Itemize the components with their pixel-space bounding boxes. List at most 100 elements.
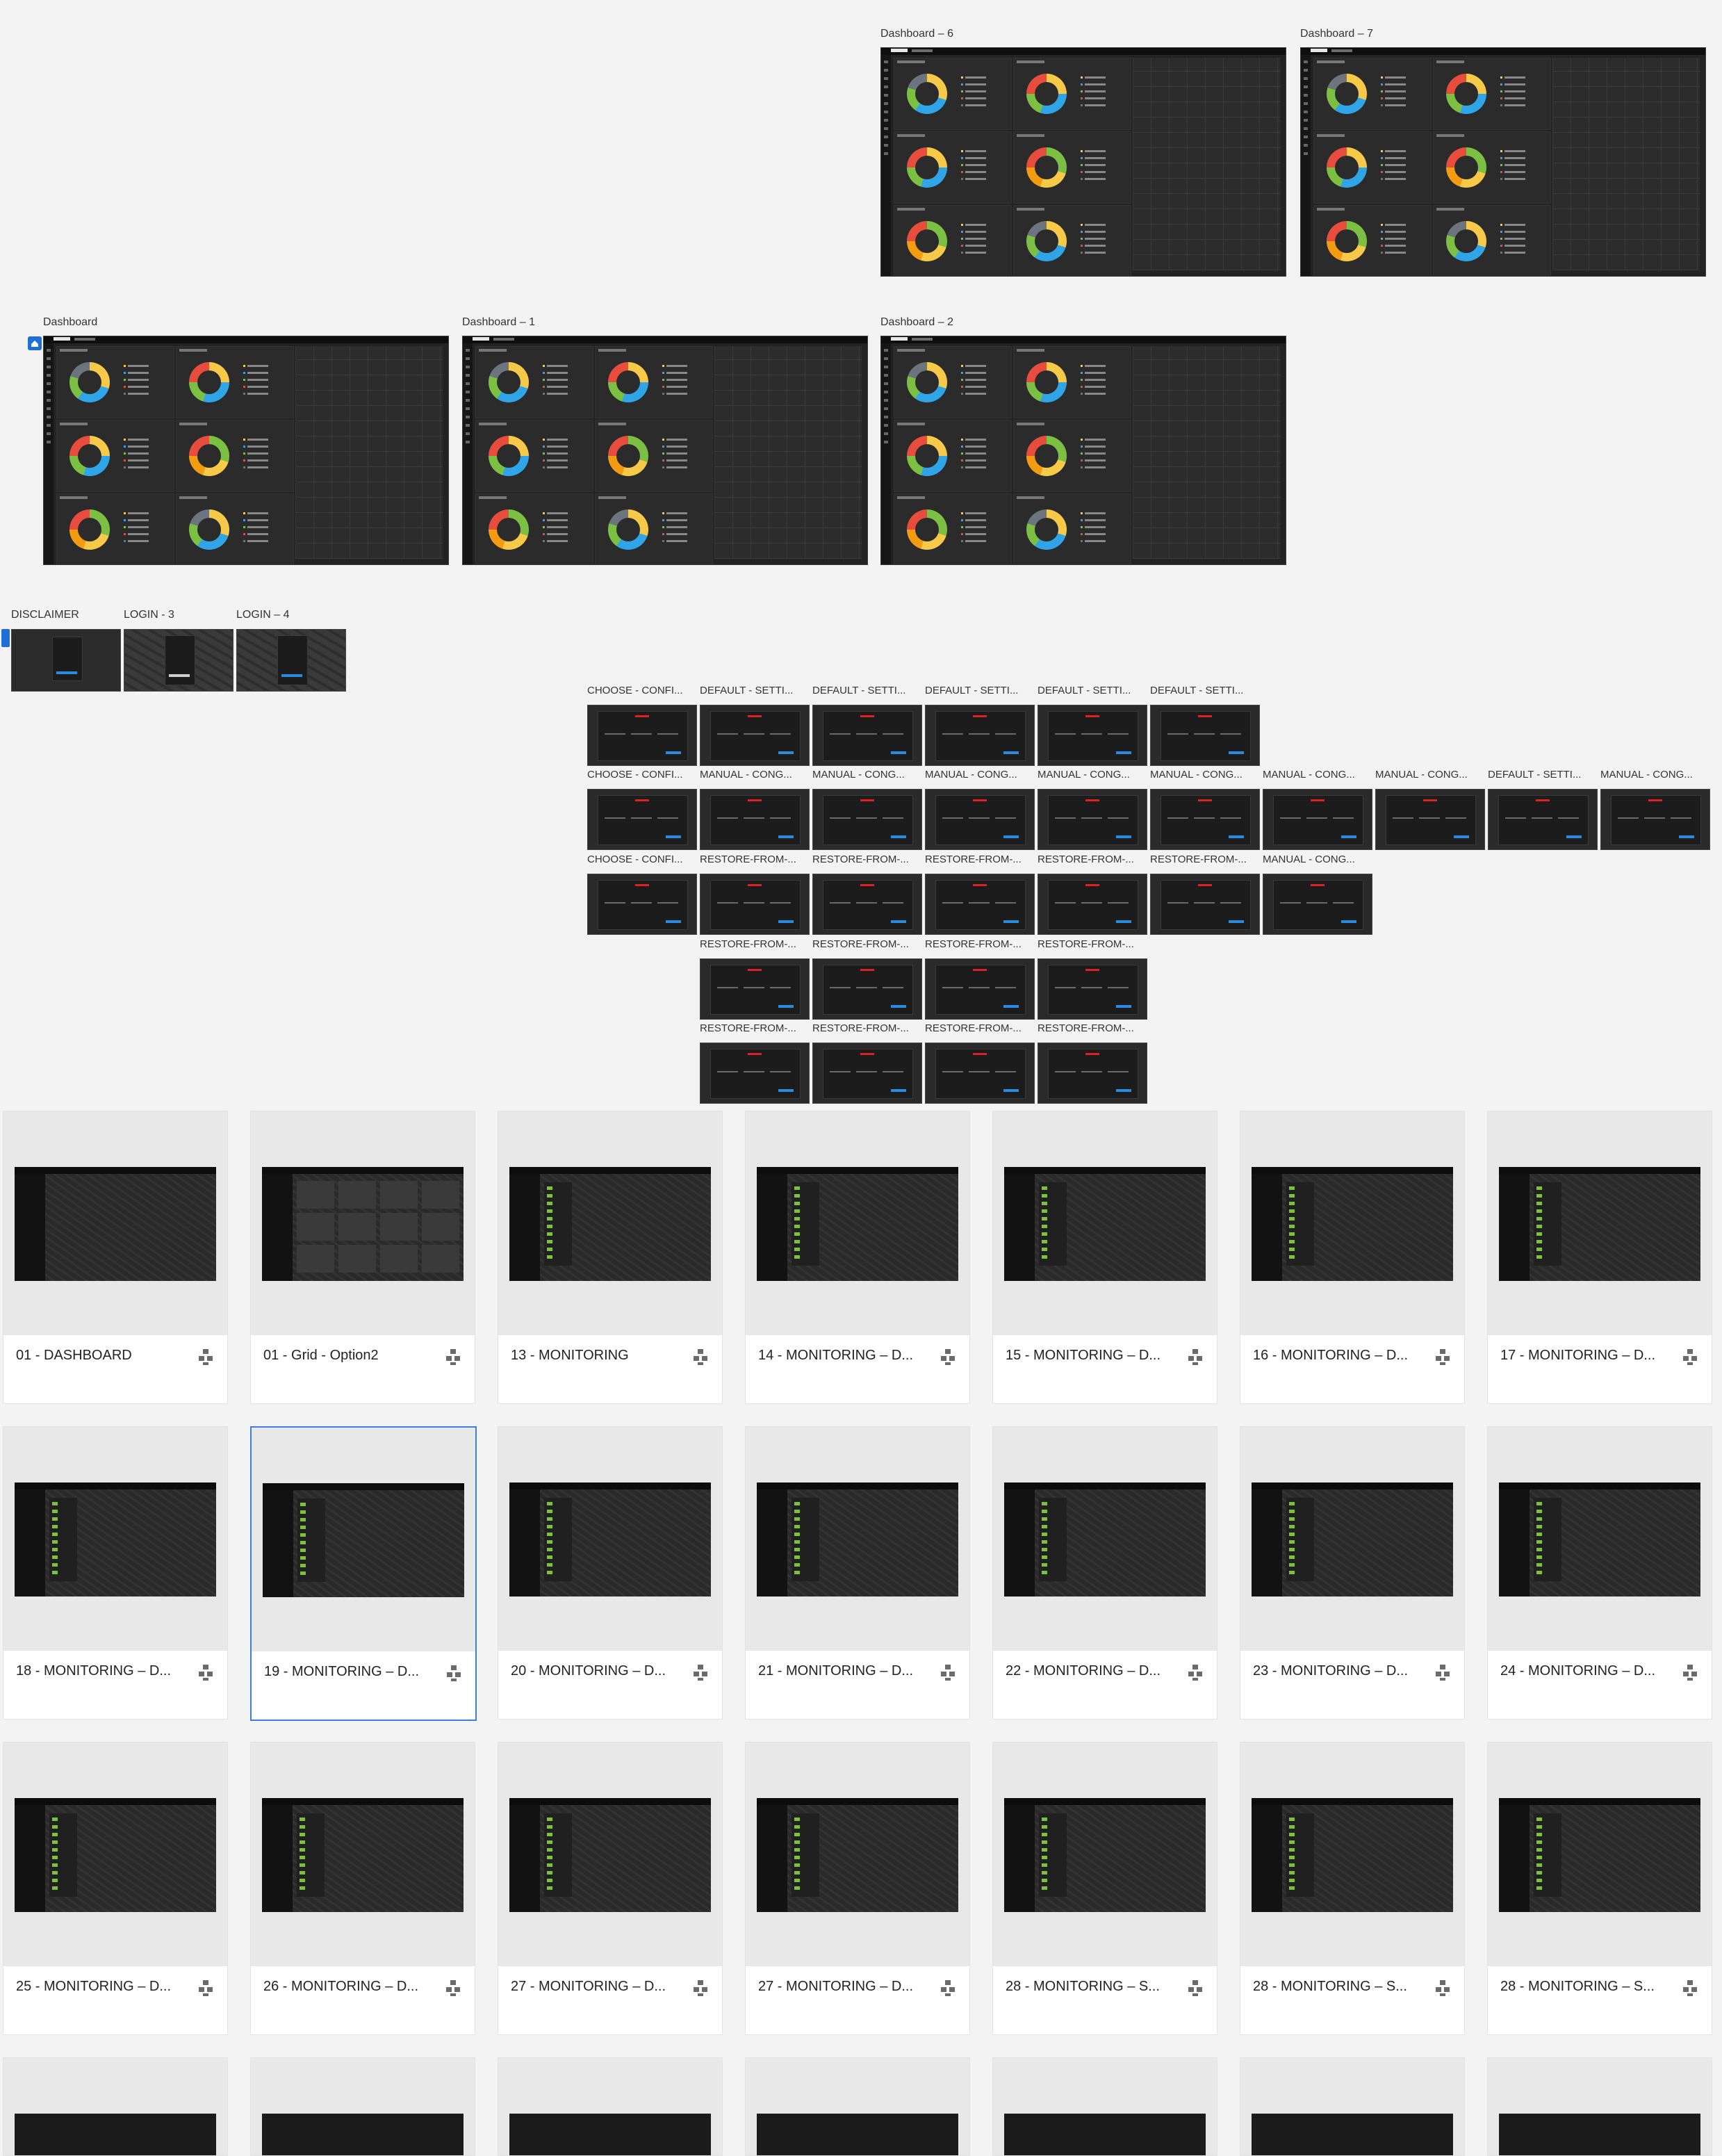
gallery-card[interactable]: 17 - MONITORING – D... bbox=[1487, 1111, 1712, 1404]
frame-label-dashboard-7[interactable]: Dashboard – 7 bbox=[1300, 28, 1373, 40]
wizard-frame-thumbnail[interactable] bbox=[812, 874, 922, 935]
wizard-frame-thumbnail[interactable] bbox=[587, 705, 697, 766]
gallery-card[interactable] bbox=[1487, 2057, 1712, 2156]
wizard-frame-thumbnail[interactable] bbox=[700, 1043, 810, 1104]
wizard-frame-thumbnail[interactable] bbox=[812, 789, 922, 850]
frame-label-dashboard[interactable]: Dashboard bbox=[43, 316, 97, 329]
gallery-card[interactable]: 27 - MONITORING – D... bbox=[498, 1742, 723, 2035]
frame-disclaimer[interactable] bbox=[11, 629, 121, 692]
wizard-frame-thumbnail[interactable] bbox=[1263, 789, 1372, 850]
gallery-card[interactable]: 15 - MONITORING – D... bbox=[992, 1111, 1217, 1404]
wizard-frame-label[interactable]: RESTORE-FROM-... bbox=[700, 938, 807, 950]
wizard-frame-thumbnail[interactable] bbox=[1150, 874, 1260, 935]
home-icon[interactable] bbox=[28, 336, 42, 350]
gallery-card[interactable] bbox=[3, 2057, 228, 2156]
wizard-frame-thumbnail[interactable] bbox=[1038, 874, 1147, 935]
component-icon[interactable] bbox=[1186, 1979, 1204, 1997]
component-icon[interactable] bbox=[1186, 1348, 1204, 1366]
gallery-card[interactable]: 28 - MONITORING – S... bbox=[1240, 1742, 1465, 2035]
component-icon[interactable] bbox=[444, 1979, 462, 1997]
wizard-frame-thumbnail[interactable] bbox=[1488, 789, 1598, 850]
frame-label-login-4[interactable]: LOGIN – 4 bbox=[236, 609, 289, 621]
wizard-frame-thumbnail[interactable] bbox=[587, 874, 697, 935]
wizard-frame-label[interactable]: RESTORE-FROM-... bbox=[1150, 854, 1257, 865]
wizard-frame-thumbnail[interactable] bbox=[1375, 789, 1485, 850]
frame-dashboard-6[interactable] bbox=[880, 47, 1286, 277]
wizard-frame-label[interactable]: RESTORE-FROM-... bbox=[812, 854, 919, 865]
wizard-frame-label[interactable]: MANUAL - CONG... bbox=[1038, 769, 1145, 781]
wizard-frame-thumbnail[interactable] bbox=[1038, 789, 1147, 850]
gallery-card[interactable]: 01 - Grid - Option2 bbox=[250, 1111, 475, 1404]
wizard-frame-label[interactable]: MANUAL - CONG... bbox=[700, 769, 807, 781]
gallery-card[interactable]: 28 - MONITORING – S... bbox=[1487, 1742, 1712, 2035]
wizard-frame-label[interactable]: DEFAULT - SETTI... bbox=[812, 685, 919, 696]
gallery-card[interactable] bbox=[1240, 2057, 1465, 2156]
wizard-frame-thumbnail[interactable] bbox=[1600, 789, 1710, 850]
frame-label-login-3[interactable]: LOGIN - 3 bbox=[124, 609, 174, 621]
frame-dashboard-1[interactable] bbox=[462, 336, 868, 565]
gallery-card[interactable]: 19 - MONITORING – D... bbox=[250, 1426, 477, 1721]
gallery-card[interactable]: 28 - MONITORING – S... bbox=[992, 1742, 1217, 2035]
wizard-frame-thumbnail[interactable] bbox=[700, 789, 810, 850]
gallery-card[interactable]: 14 - MONITORING – D... bbox=[745, 1111, 970, 1404]
frame-label-disclaimer[interactable]: DISCLAIMER bbox=[11, 609, 79, 621]
component-icon[interactable] bbox=[197, 1979, 215, 1997]
wizard-frame-thumbnail[interactable] bbox=[1038, 1043, 1147, 1104]
component-icon[interactable] bbox=[691, 1663, 710, 1681]
wizard-frame-thumbnail[interactable] bbox=[925, 705, 1035, 766]
gallery-card[interactable]: 26 - MONITORING – D... bbox=[250, 1742, 475, 2035]
component-icon[interactable] bbox=[691, 1348, 710, 1366]
wizard-frame-label[interactable]: MANUAL - CONG... bbox=[925, 769, 1032, 781]
component-icon[interactable] bbox=[691, 1979, 710, 1997]
wizard-frame-label[interactable]: RESTORE-FROM-... bbox=[925, 854, 1032, 865]
component-icon[interactable] bbox=[444, 1348, 462, 1366]
component-icon[interactable] bbox=[939, 1663, 957, 1681]
component-icon[interactable] bbox=[197, 1348, 215, 1366]
wizard-frame-thumbnail[interactable] bbox=[812, 958, 922, 1020]
wizard-frame-thumbnail[interactable] bbox=[1150, 789, 1260, 850]
component-icon[interactable] bbox=[1434, 1663, 1452, 1681]
component-icon[interactable] bbox=[939, 1348, 957, 1366]
gallery-card[interactable]: 13 - MONITORING bbox=[498, 1111, 723, 1404]
component-icon[interactable] bbox=[939, 1979, 957, 1997]
component-icon[interactable] bbox=[197, 1663, 215, 1681]
frame-label-dashboard-2[interactable]: Dashboard – 2 bbox=[880, 316, 953, 329]
wizard-frame-label[interactable]: RESTORE-FROM-... bbox=[700, 1022, 807, 1034]
component-icon[interactable] bbox=[1434, 1979, 1452, 1997]
wizard-frame-thumbnail[interactable] bbox=[925, 874, 1035, 935]
wizard-frame-label[interactable]: DEFAULT - SETTI... bbox=[700, 685, 807, 696]
frame-label-dashboard-6[interactable]: Dashboard – 6 bbox=[880, 28, 953, 40]
wizard-frame-label[interactable]: RESTORE-FROM-... bbox=[925, 938, 1032, 950]
component-icon[interactable] bbox=[1434, 1348, 1452, 1366]
frame-dashboard[interactable] bbox=[43, 336, 449, 565]
gallery-card[interactable] bbox=[992, 2057, 1217, 2156]
wizard-frame-label[interactable]: DEFAULT - SETTI... bbox=[1150, 685, 1257, 696]
wizard-frame-thumbnail[interactable] bbox=[1150, 705, 1260, 766]
wizard-frame-thumbnail[interactable] bbox=[925, 958, 1035, 1020]
gallery-card[interactable] bbox=[498, 2057, 723, 2156]
wizard-frame-label[interactable]: MANUAL - CONG... bbox=[1263, 854, 1370, 865]
frame-login-4[interactable] bbox=[236, 629, 346, 692]
wizard-frame-thumbnail[interactable] bbox=[700, 874, 810, 935]
gallery-card[interactable]: 22 - MONITORING – D... bbox=[992, 1426, 1217, 1720]
wizard-frame-label[interactable]: MANUAL - CONG... bbox=[1375, 769, 1482, 781]
gallery-card[interactable]: 20 - MONITORING – D... bbox=[498, 1426, 723, 1720]
wizard-frame-thumbnail[interactable] bbox=[700, 705, 810, 766]
wizard-frame-label[interactable]: MANUAL - CONG... bbox=[1150, 769, 1257, 781]
wizard-frame-label[interactable]: DEFAULT - SETTI... bbox=[925, 685, 1032, 696]
wizard-frame-label[interactable]: DEFAULT - SETTI... bbox=[1038, 685, 1145, 696]
wizard-frame-label[interactable]: RESTORE-FROM-... bbox=[1038, 1022, 1145, 1034]
wizard-frame-thumbnail[interactable] bbox=[587, 789, 697, 850]
wizard-frame-label[interactable]: CHOOSE - CONFI... bbox=[587, 854, 694, 865]
wizard-frame-label[interactable]: RESTORE-FROM-... bbox=[1038, 854, 1145, 865]
wizard-frame-label[interactable]: DEFAULT - SETTI... bbox=[1488, 769, 1595, 781]
component-icon[interactable] bbox=[1681, 1979, 1699, 1997]
wizard-frame-thumbnail[interactable] bbox=[925, 789, 1035, 850]
gallery-card[interactable]: 24 - MONITORING – D... bbox=[1487, 1426, 1712, 1720]
gallery-card[interactable]: 01 - DASHBOARD bbox=[3, 1111, 228, 1404]
frame-dashboard-7[interactable] bbox=[1300, 47, 1706, 277]
wizard-frame-label[interactable]: RESTORE-FROM-... bbox=[812, 1022, 919, 1034]
wizard-frame-label[interactable]: MANUAL - CONG... bbox=[1263, 769, 1370, 781]
component-icon[interactable] bbox=[1681, 1663, 1699, 1681]
gallery-card[interactable]: 18 - MONITORING – D... bbox=[3, 1426, 228, 1720]
